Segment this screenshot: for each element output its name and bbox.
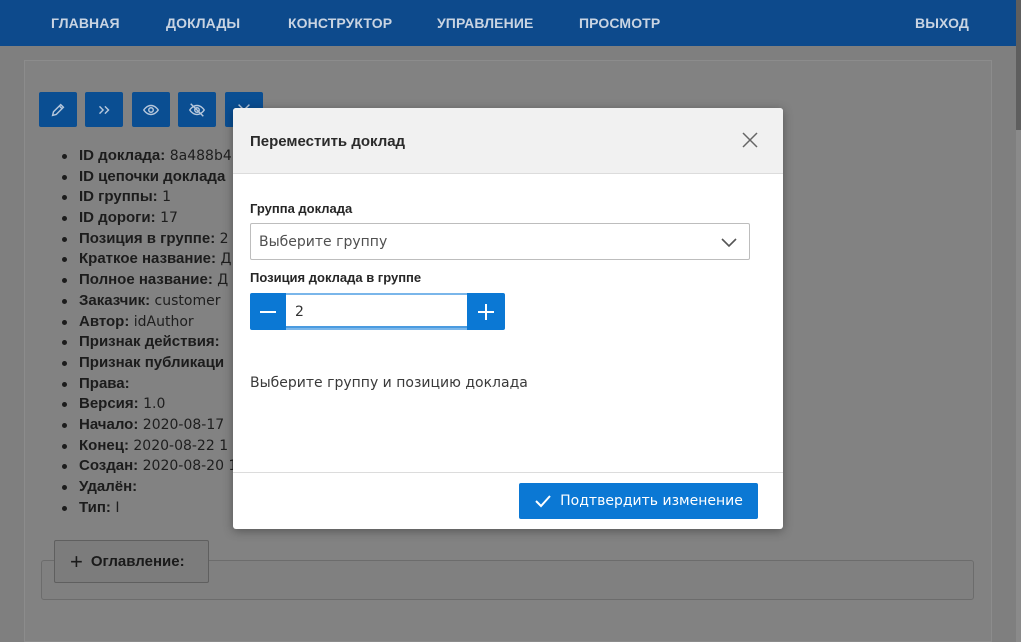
eye-off-icon [188,102,206,117]
move-report-dialog: Переместить доклад Группа доклада Выбери… [233,108,783,529]
prop-item: Заказчик: customer [62,291,237,312]
prop-item: Признак действия: [62,332,237,353]
prop-item: Права: [62,374,237,395]
plus-icon [478,303,494,320]
plus-icon: + [70,548,83,574]
decrement-button[interactable] [250,293,286,330]
prop-item: Краткое название: Д [62,249,237,270]
minus-icon [260,310,276,313]
group-select-placeholder: Выберите группу [259,233,388,250]
scrollbar-thumb[interactable] [1016,0,1021,130]
prop-item: ID дороги: 17 [62,208,237,229]
nav-reports[interactable]: ДОКЛАДЫ [166,0,240,46]
dialog-footer: Подтвердить изменение [233,472,783,529]
edit-button[interactable] [39,92,77,127]
prop-item: Полное название: Д [62,270,237,291]
position-input[interactable]: 2 [286,293,467,330]
eye-icon [142,104,160,115]
toc-label: Оглавление: [90,553,185,570]
forward-icon [98,105,110,114]
group-select[interactable]: Выберите группу [250,223,750,260]
nav-view[interactable]: ПРОСМОТР [579,0,660,46]
prop-item: Автор: idAuthor [62,312,237,333]
increment-button[interactable] [467,293,505,330]
dialog-title: Переместить доклад [250,133,406,150]
group-field-label: Группа доклада [250,201,353,216]
prop-item: Признак публикаци [62,353,237,374]
nav-constructor[interactable]: КОНСТРУКТОР [288,0,392,46]
position-field-label: Позиция доклада в группе [250,270,422,285]
show-button[interactable] [132,92,170,127]
position-stepper: 2 [250,293,505,330]
toc-toggle-button[interactable]: + Оглавление: [54,540,209,583]
prop-item: ID цепочки доклада [62,167,237,188]
dialog-hint-text: Выберите группу и позицию доклада [250,375,528,391]
prop-item: Позиция в группе: 2 [62,229,237,250]
nav-home[interactable]: ГЛАВНАЯ [51,0,120,46]
prop-item: ID доклада: 8a488b4 [62,146,237,167]
prop-item: Версия: 1.0 [62,394,237,415]
report-properties: ID доклада: 8a488b4 ID цепочки доклада I… [62,146,237,518]
prop-item: ID группы: 1 [62,187,237,208]
close-icon [742,132,758,148]
hide-button[interactable] [178,92,216,127]
page-scrollbar[interactable] [1016,0,1021,642]
edit-icon [51,103,65,116]
prop-item: Тип: I [62,498,237,519]
prop-item: Начало: 2020-08-17 [62,415,237,436]
top-navigation: ГЛАВНАЯ ДОКЛАДЫ КОНСТРУКТОР УПРАВЛЕНИЕ П… [0,0,1016,46]
prop-item: Удалён: [62,477,237,498]
nav-logout[interactable]: ВЫХОД [915,0,969,46]
confirm-button[interactable]: Подтвердить изменение [519,483,758,519]
nav-management[interactable]: УПРАВЛЕНИЕ [437,0,533,46]
forward-button[interactable] [85,92,123,127]
prop-item: Конец: 2020-08-22 1 [62,436,237,457]
dialog-close-button[interactable] [741,131,759,149]
prop-item: Создан: 2020-08-20 1 [62,456,237,477]
dialog-header: Переместить доклад [233,108,783,174]
chevron-down-icon [721,238,737,248]
check-icon [535,495,551,508]
confirm-button-label: Подтвердить изменение [560,493,743,509]
